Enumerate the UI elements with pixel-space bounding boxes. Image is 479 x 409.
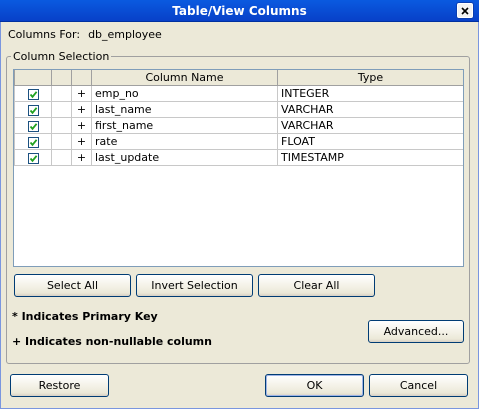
close-icon: [461, 6, 469, 15]
column-name-cell[interactable]: first_name: [91, 117, 278, 134]
checkmark-icon: [29, 138, 37, 146]
non-nullable-cell: +: [71, 101, 92, 118]
column-selection-legend: Column Selection: [13, 50, 110, 63]
column-name-cell[interactable]: rate: [91, 133, 278, 150]
primary-key-cell: [51, 133, 72, 150]
columns-for-value: db_employee: [88, 28, 162, 41]
window-title: Table/View Columns: [172, 4, 307, 18]
restore-button[interactable]: Restore: [10, 374, 109, 397]
columns-for-label: Columns For:: [8, 28, 81, 41]
cancel-button[interactable]: Cancel: [369, 374, 468, 397]
table-row[interactable]: + first_name VARCHAR: [14, 117, 463, 134]
primary-key-cell: [51, 101, 72, 118]
non-nullable-cell: +: [71, 149, 92, 166]
column-name-cell[interactable]: last_name: [91, 101, 278, 118]
column-type-cell[interactable]: INTEGER: [277, 85, 463, 102]
row-select-checkbox[interactable]: [27, 152, 39, 164]
non-nullable-cell: +: [71, 85, 92, 102]
close-button[interactable]: [457, 3, 473, 18]
ok-button[interactable]: OK: [265, 374, 364, 397]
row-select-cell: [14, 101, 52, 118]
row-select-cell: [14, 133, 52, 150]
columns-for-row: Columns For: db_employee: [8, 28, 162, 41]
checkmark-icon: [29, 106, 37, 114]
row-select-cell: [14, 149, 52, 166]
header-select[interactable]: [14, 70, 52, 86]
columns-table: Column Name Type + emp_no INTEGER + last_nam…: [14, 70, 463, 166]
table-row[interactable]: + rate FLOAT: [14, 133, 463, 150]
non-nullable-cell: +: [71, 133, 92, 150]
column-type-cell[interactable]: TIMESTAMP: [277, 149, 463, 166]
non-nullable-note: + Indicates non-nullable column: [12, 335, 212, 348]
header-column-name[interactable]: Column Name: [91, 70, 278, 86]
checkmark-icon: [29, 90, 37, 98]
select-all-button[interactable]: Select All: [14, 274, 131, 297]
row-select-cell: [14, 85, 52, 102]
columns-table-container[interactable]: Column Name Type + emp_no INTEGER + last_nam…: [13, 69, 464, 267]
table-row[interactable]: + last_name VARCHAR: [14, 101, 463, 118]
column-name-cell[interactable]: emp_no: [91, 85, 278, 102]
clear-all-button[interactable]: Clear All: [258, 274, 375, 297]
header-primary-key[interactable]: [51, 70, 72, 86]
primary-key-cell: [51, 117, 72, 134]
table-header-row: Column Name Type: [14, 70, 463, 86]
advanced-button[interactable]: Advanced...: [368, 320, 464, 343]
row-select-checkbox[interactable]: [27, 88, 39, 100]
column-type-cell[interactable]: VARCHAR: [277, 117, 463, 134]
non-nullable-cell: +: [71, 117, 92, 134]
column-name-cell[interactable]: last_update: [91, 149, 278, 166]
primary-key-cell: [51, 85, 72, 102]
row-select-cell: [14, 117, 52, 134]
title-bar: Table/View Columns: [0, 0, 479, 22]
primary-key-cell: [51, 149, 72, 166]
primary-key-note: * Indicates Primary Key: [12, 310, 158, 323]
column-type-cell[interactable]: FLOAT: [277, 133, 463, 150]
header-type[interactable]: Type: [277, 70, 463, 86]
column-type-cell[interactable]: VARCHAR: [277, 101, 463, 118]
invert-selection-button[interactable]: Invert Selection: [136, 274, 253, 297]
table-row[interactable]: + emp_no INTEGER: [14, 85, 463, 102]
table-row[interactable]: + last_update TIMESTAMP: [14, 149, 463, 166]
checkmark-icon: [29, 154, 37, 162]
checkmark-icon: [29, 122, 37, 130]
row-select-checkbox[interactable]: [27, 120, 39, 132]
row-select-checkbox[interactable]: [27, 104, 39, 116]
header-non-nullable[interactable]: [71, 70, 92, 86]
row-select-checkbox[interactable]: [27, 136, 39, 148]
